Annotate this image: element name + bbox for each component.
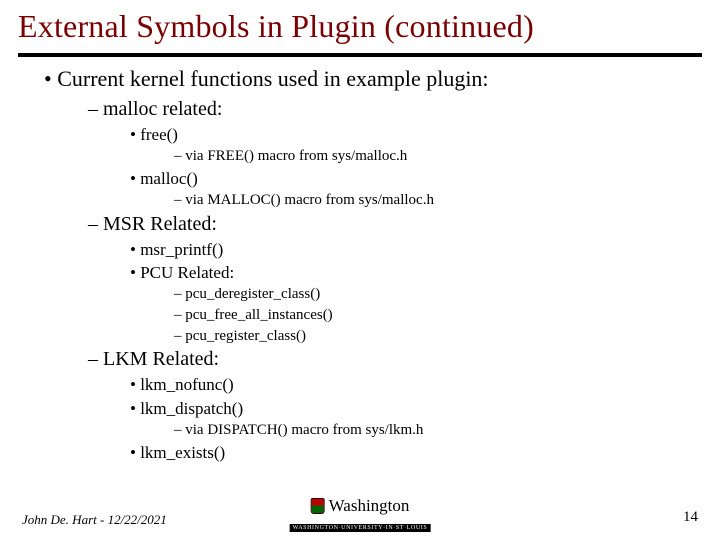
bullet-lkm-related: LKM Related: [88,347,702,372]
bullet-malloc-related: malloc related: [88,97,702,122]
bullet-lkm-exists: lkm_exists() [130,442,702,463]
bullet-pcu-register: pcu_register_class() [174,327,702,346]
bullet-malloc: malloc() [130,168,702,189]
footer-author-date: John De. Hart - 12/22/2021 [22,512,167,528]
shield-icon [311,498,325,514]
bullet-free: free() [130,124,702,145]
bullet-lkm-nofunc: lkm_nofunc() [130,374,702,395]
bullet-free-via: via FREE() macro from sys/malloc.h [174,147,702,166]
slide-body: Current kernel functions used in example… [0,65,720,463]
bullet-lkm-dispatch: lkm_dispatch() [130,398,702,419]
slide-footer: John De. Hart - 12/22/2021 Washington WA… [0,494,720,536]
bullet-pcu-deregister: pcu_deregister_class() [174,285,702,304]
bullet-intro: Current kernel functions used in example… [44,65,702,93]
footer-page-number: 14 [683,509,698,526]
title-rule [18,53,702,57]
bullet-malloc-via: via MALLOC() macro from sys/malloc.h [174,191,702,210]
bullet-lkm-dispatch-via: via DISPATCH() macro from sys/lkm.h [174,421,702,440]
bullet-pcu-free-all: pcu_free_all_instances() [174,306,702,325]
footer-org-line: Washington [290,496,431,516]
footer-org-sub: WASHINGTON·UNIVERSITY·IN·ST·LOUIS [290,524,431,532]
bullet-msr-related: MSR Related: [88,212,702,237]
bullet-pcu-related: PCU Related: [130,262,702,283]
slide-title: External Symbols in Plugin (continued) [0,0,720,49]
footer-center: Washington WASHINGTON·UNIVERSITY·IN·ST·L… [290,496,431,534]
bullet-msr-printf: msr_printf() [130,239,702,260]
slide: External Symbols in Plugin (continued) C… [0,0,720,540]
footer-org: Washington [329,496,410,516]
